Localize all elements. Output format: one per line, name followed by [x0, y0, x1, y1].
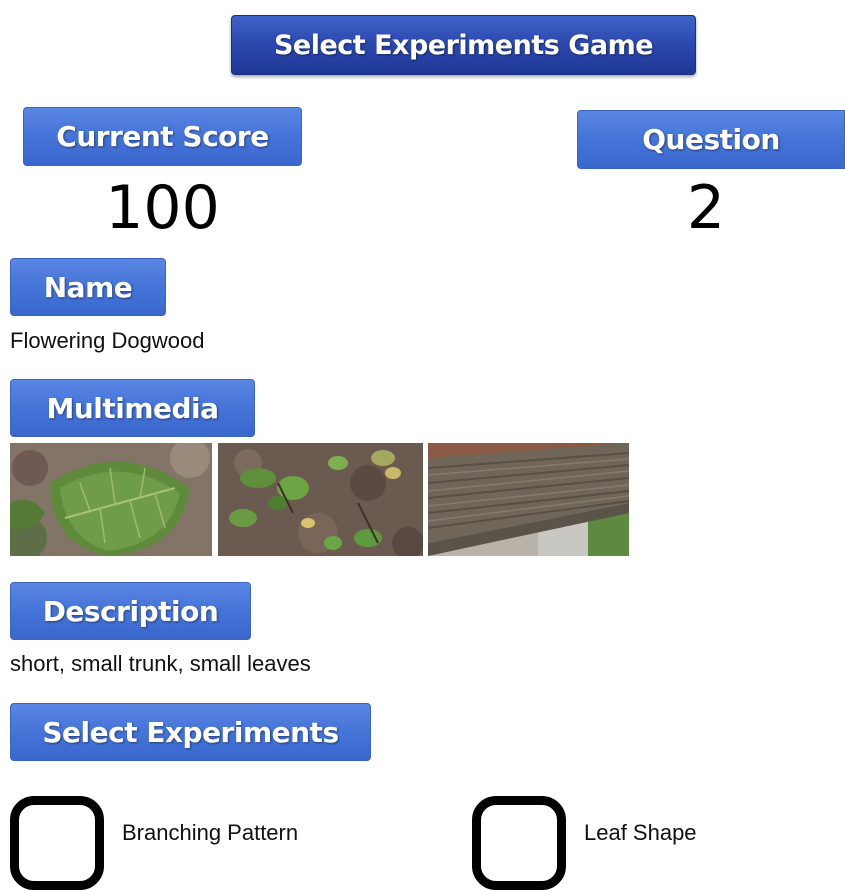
leaf-shape-label[interactable]: Leaf Shape	[584, 820, 697, 846]
question-label-text: Question	[642, 123, 780, 156]
current-score-value: 100	[105, 173, 220, 243]
current-score-label-text: Current Score	[56, 120, 269, 153]
select-experiments-label: Select Experiments	[10, 703, 371, 761]
game-title-banner: Select Experiments Game	[231, 15, 696, 75]
current-score-label: Current Score	[23, 107, 302, 166]
plant-description: short, small trunk, small leaves	[10, 651, 311, 676]
leaf-shape-checkbox[interactable]	[472, 796, 566, 890]
multimedia-image-ground[interactable]	[218, 443, 423, 556]
multimedia-label-text: Multimedia	[46, 391, 219, 425]
select-experiments-label-text: Select Experiments	[42, 715, 339, 749]
multimedia-image-leaf[interactable]	[10, 443, 212, 556]
description-label-text: Description	[42, 594, 219, 628]
name-label: Name	[10, 258, 166, 316]
name-label-text: Name	[43, 270, 133, 304]
multimedia-image-bark[interactable]	[428, 443, 629, 556]
description-label: Description	[10, 582, 251, 640]
branching-pattern-label[interactable]: Branching Pattern	[122, 820, 298, 846]
game-title: Select Experiments Game	[273, 29, 654, 61]
multimedia-label: Multimedia	[10, 379, 255, 437]
plant-name: Flowering Dogwood	[10, 328, 205, 353]
question-value: 2	[686, 173, 726, 243]
question-label: Question	[577, 110, 845, 169]
branching-pattern-checkbox[interactable]	[10, 796, 104, 890]
